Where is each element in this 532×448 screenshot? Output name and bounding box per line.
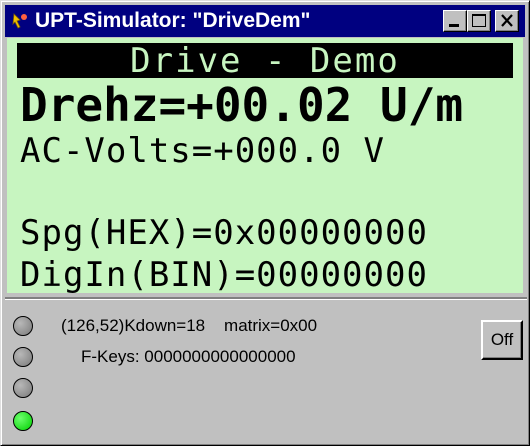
status-led-3 (13, 378, 33, 398)
lcd-display: Drive - Demo Drehz=+00.02 U/m AC-Volts=+… (7, 38, 523, 293)
status-led-4 (13, 411, 33, 431)
minimize-button[interactable] (443, 10, 467, 32)
window-title: UPT-Simulator: "DriveDem" (35, 9, 311, 32)
status-led-2 (13, 347, 33, 367)
off-button[interactable]: Off (481, 320, 523, 360)
close-button[interactable] (495, 10, 519, 32)
display-line-digin-bin: DigIn(BIN)=00000000 (20, 255, 428, 293)
display-line-spg-hex: Spg(HEX)=0x00000000 (20, 213, 428, 253)
app-icon[interactable] (11, 12, 29, 30)
status-led-1 (13, 316, 33, 336)
app-window: UPT-Simulator: "DriveDem" Drive - Demo D… (0, 0, 530, 446)
display-line-speed: Drehz=+00.02 U/m (20, 78, 464, 132)
display-line-ac-volts: AC-Volts=+000.0 V (20, 131, 385, 171)
display-banner: Drive - Demo (17, 43, 513, 79)
maximize-icon (472, 14, 486, 27)
maximize-button[interactable] (467, 10, 491, 32)
status-fkeys: F-Keys: 0000000000000000 (81, 347, 296, 366)
minimize-icon (449, 24, 459, 27)
close-icon (501, 14, 513, 27)
panel-divider (5, 297, 527, 300)
title-bar[interactable]: UPT-Simulator: "DriveDem" (5, 5, 525, 37)
status-key-readout: (126,52)Kdown=18 matrix=0x00 (61, 316, 318, 335)
